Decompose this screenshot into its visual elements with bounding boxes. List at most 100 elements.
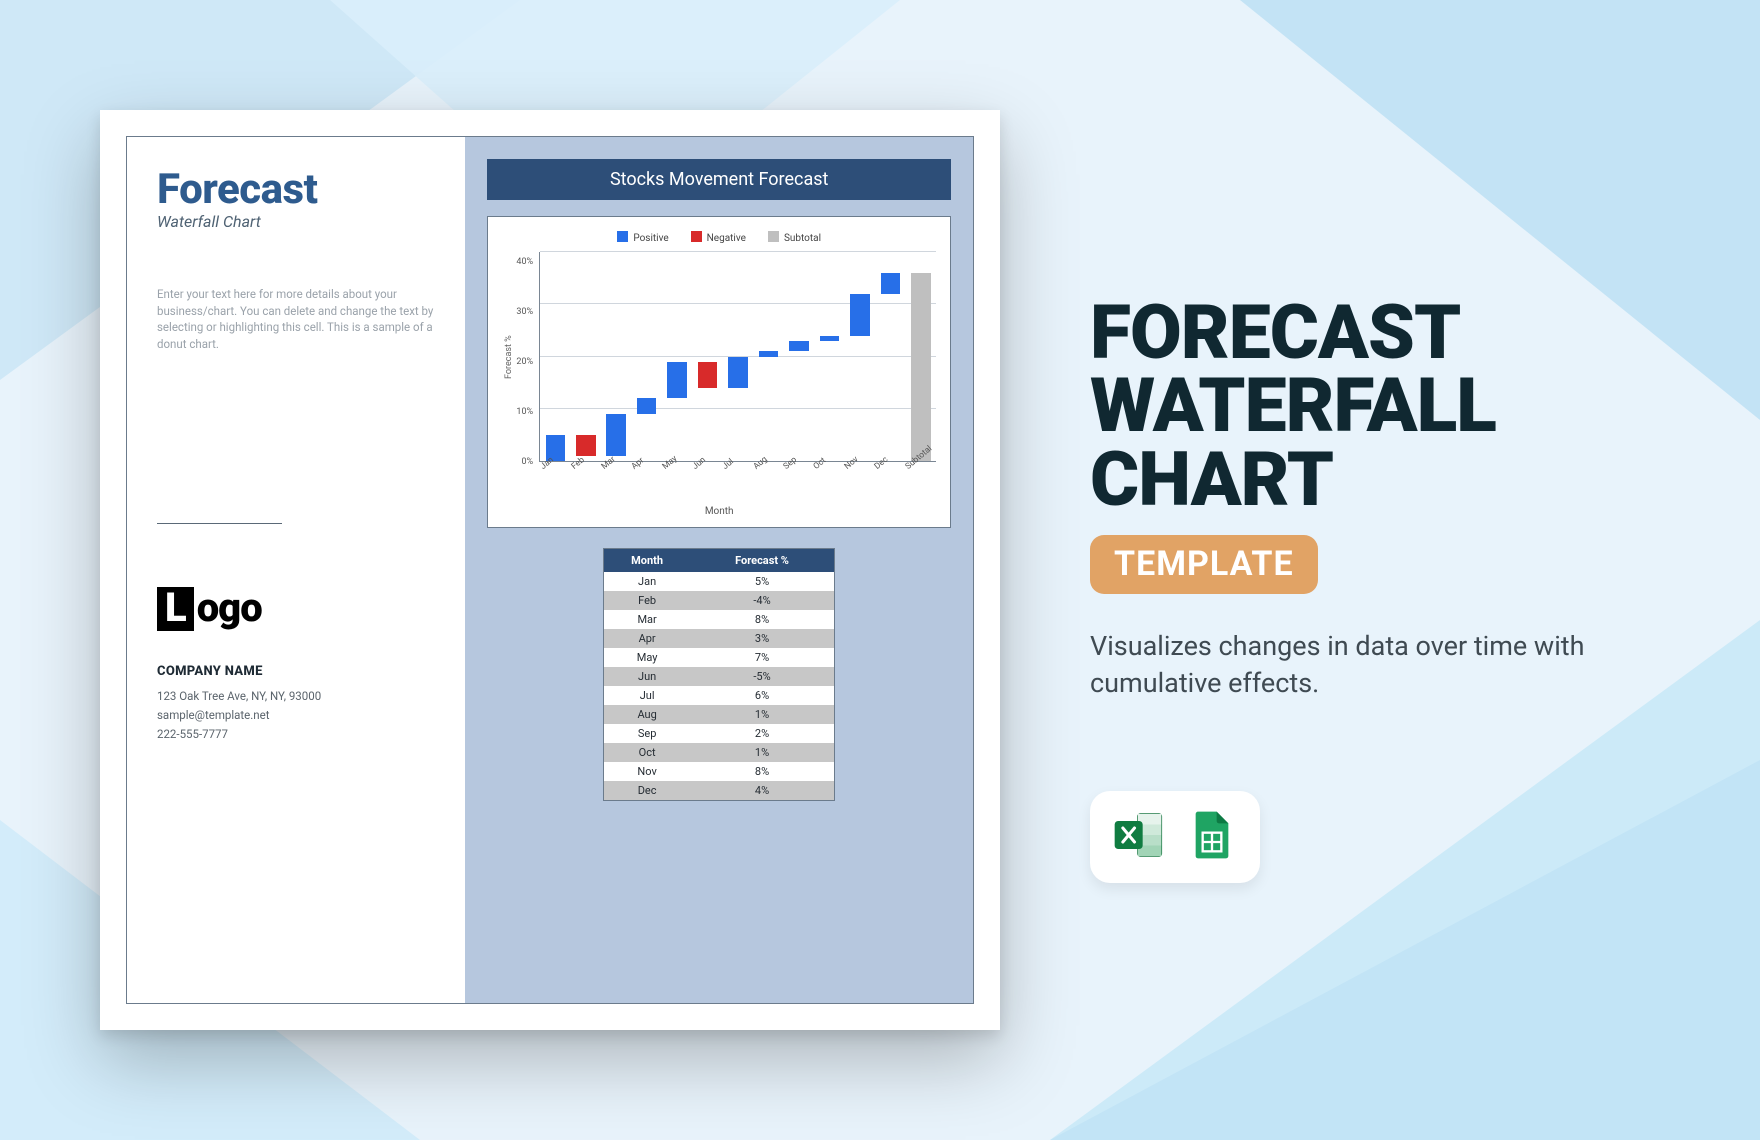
bar-column	[784, 252, 814, 461]
cell-month: Apr	[604, 629, 690, 648]
cell-value: -4%	[690, 591, 835, 610]
table-row: Jan5%	[604, 572, 835, 591]
cell-month: May	[604, 648, 690, 667]
bar-neg	[698, 362, 717, 388]
divider-line	[157, 523, 282, 524]
cell-month: Jun	[604, 667, 690, 686]
logo-rest: ogo	[197, 584, 262, 631]
x-axis-label: Month	[502, 506, 936, 517]
cell-month: Mar	[604, 610, 690, 629]
bar-column	[875, 252, 905, 461]
table-row: Jun-5%	[604, 667, 835, 686]
chart-box: Positive Negative Subtotal Forecast % 40…	[487, 216, 951, 528]
table-row: Feb-4%	[604, 591, 835, 610]
y-tick: 40%	[516, 257, 533, 267]
logo-mark: L ogo	[157, 584, 435, 631]
table-row: Mar8%	[604, 610, 835, 629]
cell-month: Nov	[604, 762, 690, 781]
cell-value: 7%	[690, 648, 835, 667]
y-tick: 20%	[516, 357, 533, 367]
cell-value: 4%	[690, 781, 835, 801]
cell-value: 2%	[690, 724, 835, 743]
cell-month: Jan	[604, 572, 690, 591]
cell-value: 8%	[690, 762, 835, 781]
table-row: Sep2%	[604, 724, 835, 743]
excel-icon	[1110, 807, 1166, 867]
legend-negative: Negative	[691, 231, 746, 244]
table-row: Aug1%	[604, 705, 835, 724]
chart-legend: Positive Negative Subtotal	[502, 231, 936, 244]
table-row: Oct1%	[604, 743, 835, 762]
plot-area: Forecast % 40%30%20%10%0%	[502, 252, 936, 462]
plot-canvas	[539, 252, 936, 462]
bar-pos	[667, 362, 686, 399]
bar-column	[662, 252, 692, 461]
bar-column	[631, 252, 661, 461]
forecast-title: Forecast	[157, 165, 435, 214]
cell-month: Jul	[604, 686, 690, 705]
cell-month: Sep	[604, 724, 690, 743]
y-ticks: 40%30%20%10%0%	[516, 252, 539, 462]
forecast-subtitle: Waterfall Chart	[157, 212, 435, 231]
bar-pos	[728, 357, 747, 388]
th-value: Forecast %	[690, 549, 835, 573]
bar-pos	[820, 336, 839, 341]
bar-column	[753, 252, 783, 461]
table-row: Dec4%	[604, 781, 835, 801]
logo-letter: L	[157, 587, 194, 631]
template-preview-card: Forecast Waterfall Chart Enter your text…	[100, 110, 1000, 1030]
bar-column	[906, 252, 936, 461]
cell-value: -5%	[690, 667, 835, 686]
bar-pos	[789, 341, 808, 351]
data-table: Month Forecast % Jan5%Feb-4%Mar8%Apr3%Ma…	[603, 548, 835, 801]
legend-positive: Positive	[617, 231, 668, 244]
chart-header: Stocks Movement Forecast	[487, 159, 951, 200]
table-row: Apr3%	[604, 629, 835, 648]
bar-column	[692, 252, 722, 461]
table-row: May7%	[604, 648, 835, 667]
bar-pos	[881, 273, 900, 294]
bar-pos	[637, 398, 656, 414]
google-sheets-icon	[1184, 807, 1240, 867]
company-phone: 222-555-7777	[157, 725, 435, 744]
bar-column	[845, 252, 875, 461]
y-tick: 10%	[516, 407, 533, 417]
app-badges	[1090, 791, 1260, 883]
template-pill: TEMPLATE	[1090, 535, 1318, 594]
legend-subtotal: Subtotal	[768, 231, 821, 244]
cell-value: 3%	[690, 629, 835, 648]
company-email: sample@template.net	[157, 706, 435, 725]
cell-value: 8%	[690, 610, 835, 629]
y-tick: 30%	[516, 307, 533, 317]
bar-column	[723, 252, 753, 461]
description-text: Enter your text here for more details ab…	[157, 286, 435, 353]
cell-value: 5%	[690, 572, 835, 591]
logo-block: L ogo COMPANY NAME 123 Oak Tree Ave, NY,…	[157, 584, 435, 744]
table-row: Jul6%	[604, 686, 835, 705]
cell-month: Feb	[604, 591, 690, 610]
cell-month: Oct	[604, 743, 690, 762]
bar-column	[540, 252, 570, 461]
y-axis-label: Forecast %	[502, 252, 516, 462]
side-panel: FORECAST WATERFALL CHART TEMPLATE Visual…	[1090, 257, 1660, 883]
cell-value: 1%	[690, 705, 835, 724]
cell-month: Dec	[604, 781, 690, 801]
cell-month: Aug	[604, 705, 690, 724]
th-month: Month	[604, 549, 690, 573]
table-row: Nov8%	[604, 762, 835, 781]
bar-pos	[759, 351, 778, 356]
page-title: FORECAST WATERFALL CHART	[1090, 297, 1660, 518]
bar-column	[814, 252, 844, 461]
company-address: 123 Oak Tree Ave, NY, NY, 93000	[157, 687, 435, 706]
cell-value: 6%	[690, 686, 835, 705]
card-frame: Forecast Waterfall Chart Enter your text…	[126, 136, 974, 1004]
bar-pos	[850, 294, 869, 336]
x-ticks: JanFebMarAprMayJunJulAugSepOctNovDecSubt…	[534, 468, 936, 478]
bar-subtotal	[911, 273, 930, 461]
cell-value: 1%	[690, 743, 835, 762]
company-info: COMPANY NAME 123 Oak Tree Ave, NY, NY, 9…	[157, 661, 435, 744]
company-name: COMPANY NAME	[157, 661, 435, 682]
bar-column	[571, 252, 601, 461]
y-tick: 0%	[516, 457, 533, 467]
caption-text: Visualizes changes in data over time wit…	[1090, 628, 1660, 701]
